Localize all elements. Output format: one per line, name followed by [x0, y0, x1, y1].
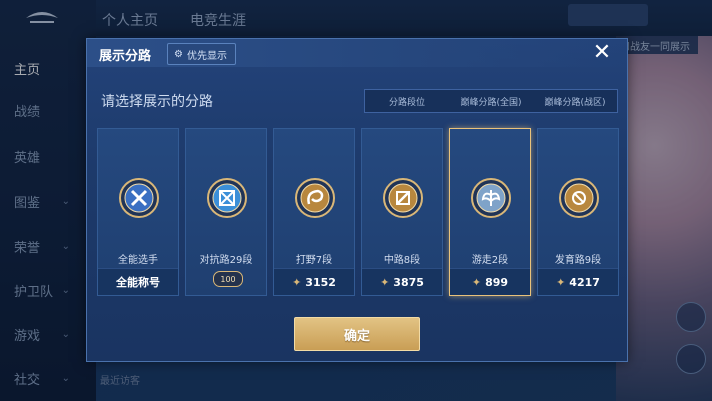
confirm-button[interactable]: 确定 — [294, 317, 420, 351]
gear-icon: ⚙ — [174, 48, 183, 60]
farm-lane-emblem-icon — [558, 177, 600, 219]
peak-score: 4217 — [569, 275, 600, 289]
lane-card[interactable]: 发育路9段 ✦ 4217 — [537, 128, 619, 296]
peak-score: 3152 — [305, 275, 336, 289]
tab-peak-zone[interactable]: 巅峰分路(战区) — [533, 90, 617, 112]
prompt-text: 请选择展示的分路 — [101, 94, 213, 110]
lane-card-footer: 全能称号 — [98, 268, 178, 295]
close-icon[interactable]: ✕ — [590, 41, 614, 65]
mid-lane-emblem-icon — [382, 177, 424, 219]
clash-lane-emblem-icon — [206, 177, 248, 219]
peak-score: 3875 — [393, 275, 424, 289]
peak-score-icon: ✦ — [556, 275, 566, 289]
lane-card-name: 对抗路29段 — [199, 255, 253, 266]
lane-card-footer: ✦ 3152 — [274, 268, 354, 295]
dialog-title: 展示分路 — [99, 49, 152, 64]
peak-score-icon: ✦ — [471, 275, 482, 289]
lane-card[interactable]: 全能选手 全能称号 — [97, 128, 179, 296]
priority-display-button[interactable]: ⚙ 优先显示 — [167, 43, 236, 65]
all-round-emblem-icon — [118, 177, 160, 219]
lane-card[interactable]: 对抗路29段 100 — [185, 128, 267, 296]
lane-card-name: 中路8段 — [383, 255, 421, 266]
lane-card[interactable]: 中路8段 ✦ 3875 — [361, 128, 443, 296]
lane-card-footer: ✦ 899 — [450, 268, 530, 295]
lane-card-name: 全能选手 — [118, 255, 158, 266]
peak-score-icon: ✦ — [292, 275, 302, 289]
peak-score-icon: ✦ — [380, 275, 390, 289]
lane-card[interactable]: 游走2段 ✦ 899 — [449, 128, 531, 296]
lane-card-footer: ✦ 3875 — [362, 268, 442, 295]
lane-card-footer: ✦ 4217 — [538, 268, 618, 295]
jungle-emblem-icon — [294, 177, 336, 219]
level-badge: 100 — [213, 271, 243, 287]
lane-card-name: 游走2段 — [471, 255, 509, 266]
priority-display-label: 优先显示 — [186, 50, 227, 62]
dialog-header: 展示分路 ⚙ 优先显示 ✕ — [87, 39, 627, 67]
lane-display-dialog: 展示分路 ⚙ 优先显示 ✕ 请选择展示的分路 分路段位 巅峰分路(全国) 巅峰分… — [86, 38, 628, 362]
tab-lane-rank[interactable]: 分路段位 — [365, 90, 449, 112]
lane-card-name: 发育路9段 — [554, 255, 602, 266]
peak-score: 899 — [485, 275, 509, 289]
tab-peak-national[interactable]: 巅峰分路(全国) — [449, 90, 533, 112]
title-label: 全能称号 — [116, 276, 160, 289]
lane-card[interactable]: 打野7段 ✦ 3152 — [273, 128, 355, 296]
lane-card-name: 打野7段 — [295, 255, 333, 266]
lane-type-tabs: 分路段位 巅峰分路(全国) 巅峰分路(战区) — [364, 89, 618, 113]
roam-emblem-icon — [470, 177, 512, 219]
